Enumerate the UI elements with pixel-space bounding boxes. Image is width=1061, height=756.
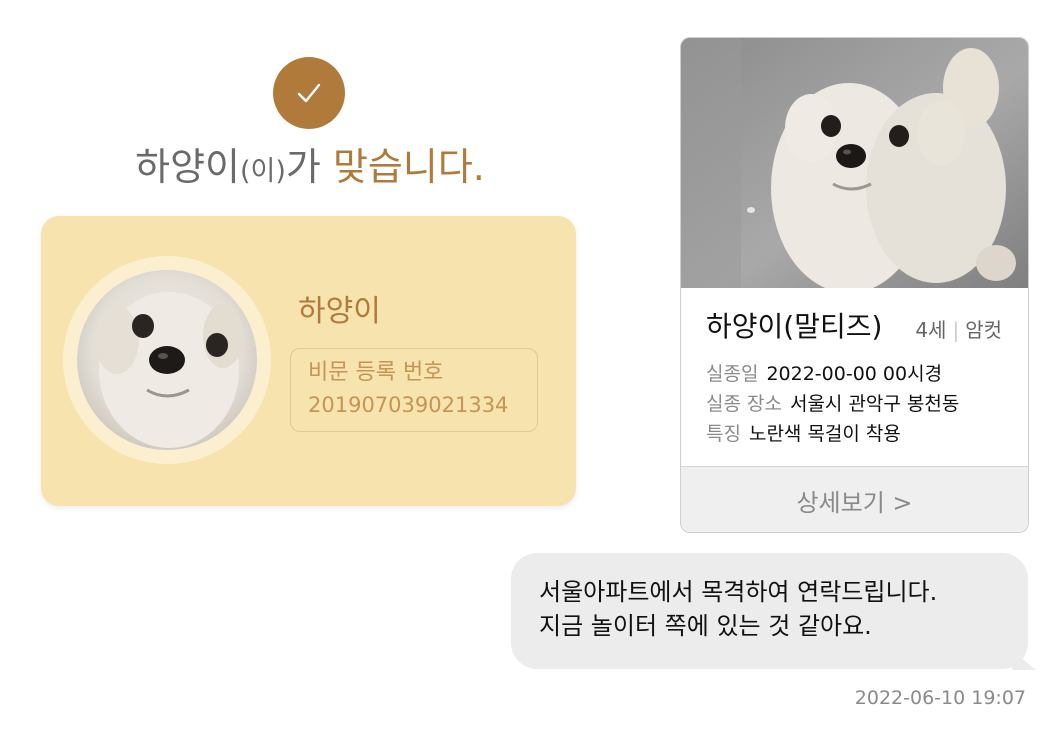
message-line-2: 지금 놀이터 쪽에 있는 것 같아요. [539,612,872,640]
message-line-1: 서울아파트에서 목격하여 연락드립니다. [539,578,938,606]
lost-place-value: 서울시 관악구 봉천동 [789,393,960,415]
lost-date-value: 2022-00-00 00시경 [766,363,943,385]
lost-place-row: 실종 장소 서울시 관악구 봉천동 [706,389,959,416]
lost-date-row: 실종일 2022-00-00 00시경 [706,359,942,386]
headline-ga: 가 [285,145,333,189]
avatar-ring [63,256,271,464]
feature-label: 특징 [706,423,741,445]
feature-value: 노란색 목걸이 착용 [748,423,901,445]
meta-separator: | [952,318,960,342]
pet-avatar [77,270,257,450]
headline-accent: 맞습니다. [332,145,485,189]
headline-particle: (이) [240,156,286,187]
check-badge [273,57,345,129]
message-bubble-tail [1012,650,1036,670]
message-timestamp: 2022-06-10 19:07 [854,687,1026,709]
registration-number: 201907039021334 [308,393,509,417]
view-details-button[interactable]: 상세보기 > [681,466,1028,532]
feature-row: 특징 노란색 목걸이 착용 [706,419,901,446]
pet-photo [681,38,1028,288]
lost-date-label: 실종일 [706,363,759,385]
post-title: 하양이(말티즈) [706,310,883,343]
match-headline: 하양이(이)가 맞습니다. [120,136,500,191]
message-bubble: 서울아파트에서 목격하여 연락드립니다. 지금 놀이터 쪽에 있는 것 같아요. [511,553,1028,669]
lost-pet-post-card[interactable]: 하양이(말티즈) 4세 | 암컷 실종일 2022-00-00 00시경 실종 장소 서… [680,37,1029,533]
post-meta: 4세 | 암컷 [915,314,1002,343]
registration-label: 비문 등록 번호 [308,360,444,385]
lost-place-label: 실종 장소 [706,393,782,415]
pet-id-card: 하양이 비문 등록 번호 201907039021334 [41,216,576,506]
headline-pet-name: 하양이 [135,145,240,189]
id-card-pet-name: 하양이 [298,294,381,329]
checkmark-icon [297,83,321,103]
pet-sex: 암컷 [965,318,1002,342]
pet-age: 4세 [915,318,947,342]
registration-box: 비문 등록 번호 201907039021334 [290,348,538,432]
